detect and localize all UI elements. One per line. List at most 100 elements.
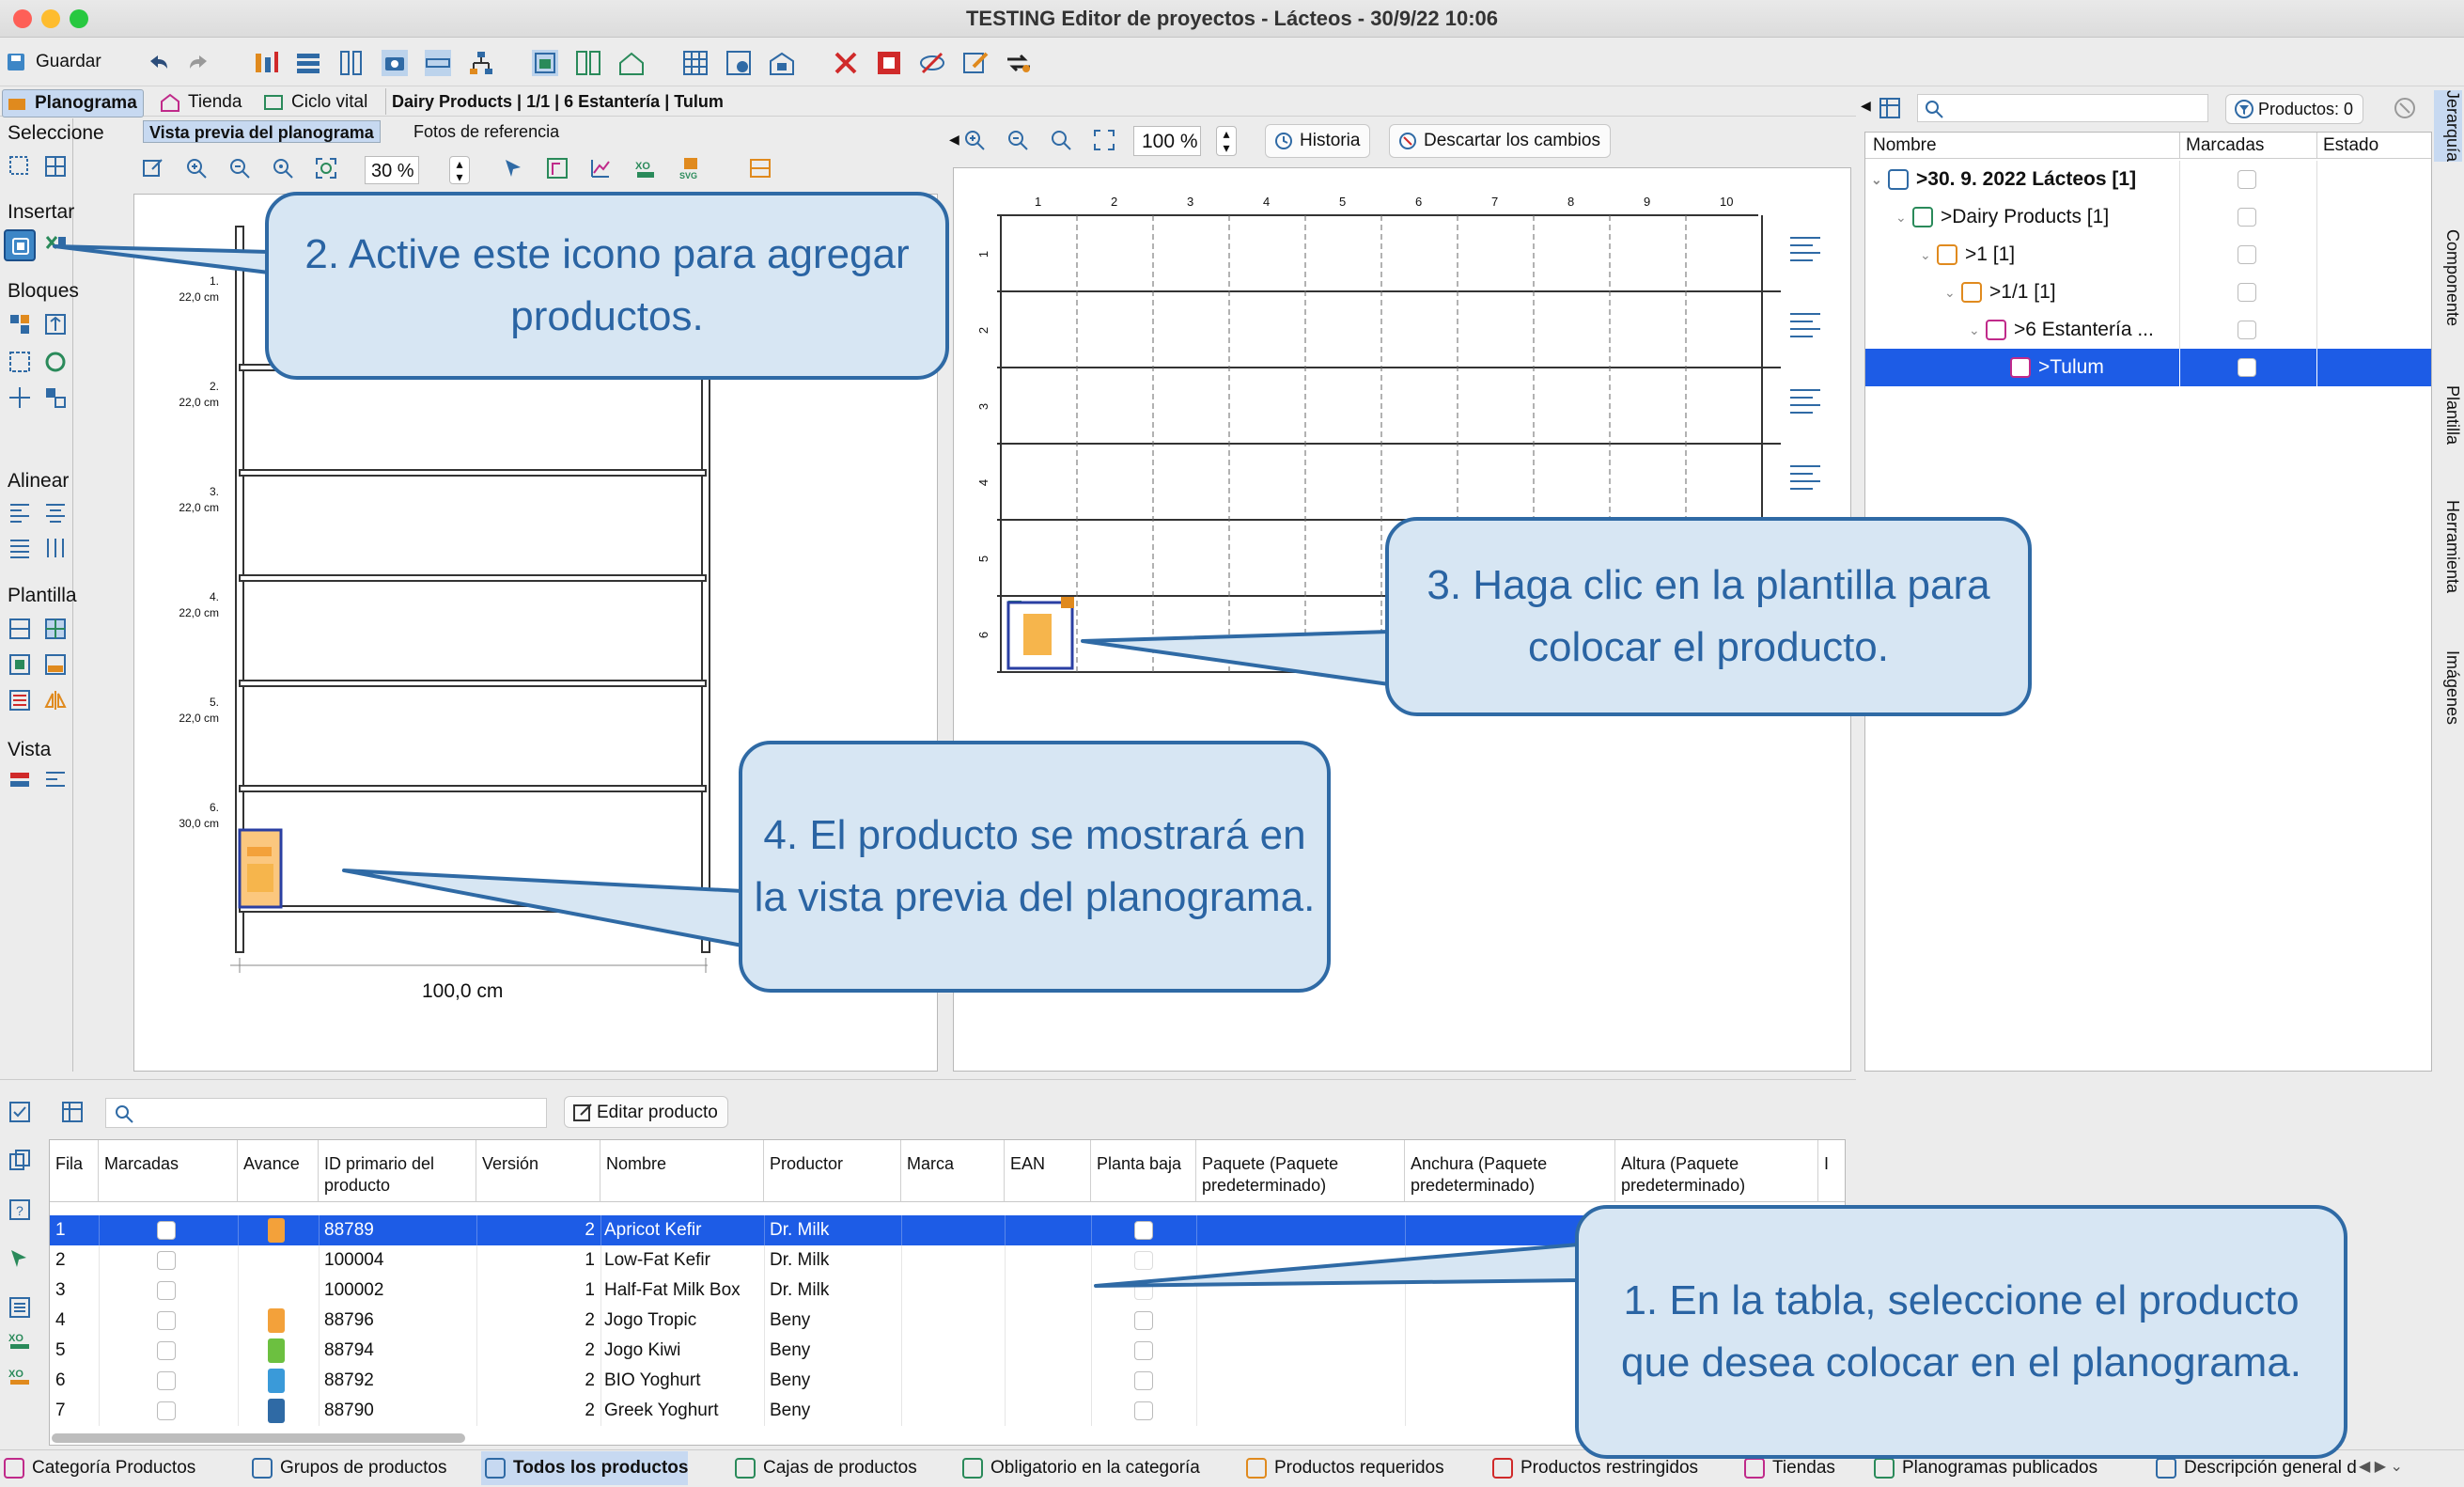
table-view-icon[interactable] — [1878, 96, 1902, 120]
table-scrollbar[interactable] — [52, 1433, 465, 1443]
table-settings-icon[interactable] — [60, 1100, 85, 1124]
column-header[interactable]: Avance — [238, 1140, 319, 1202]
tab-fotos-referencia[interactable]: Fotos de referencia — [408, 120, 565, 143]
zoom-reset-icon[interactable] — [1049, 128, 1073, 152]
row-mark-checkbox[interactable] — [157, 1251, 176, 1270]
column-header[interactable]: I — [1818, 1140, 1845, 1202]
block-4-icon[interactable] — [43, 350, 68, 374]
planta-baja-checkbox[interactable] — [1134, 1341, 1153, 1360]
export-xls-icon[interactable]: XO — [8, 1327, 32, 1352]
column-header[interactable]: Anchura (Paquete predeterminado) — [1405, 1140, 1615, 1202]
col-nombre[interactable]: Nombre — [1873, 133, 1937, 159]
tab-planograma[interactable]: Planograma — [2, 89, 144, 117]
tab-scroll-arrows[interactable]: ◀ ▶ ⌄ — [2359, 1457, 2403, 1476]
tree-node[interactable]: >Tulum — [1865, 349, 2431, 386]
grid-settings-icon[interactable] — [724, 48, 754, 78]
align-vertical-icon[interactable] — [43, 536, 68, 560]
view-2-icon[interactable] — [43, 767, 68, 791]
zoom-stepper[interactable]: ▴ ▾ — [449, 156, 470, 184]
block-1-icon[interactable] — [8, 312, 32, 337]
pointer-icon[interactable] — [502, 156, 526, 180]
bottom-tab-4[interactable]: Cajas de productos — [731, 1451, 917, 1485]
rows-icon[interactable] — [293, 48, 323, 78]
select-rect-icon[interactable] — [8, 154, 32, 179]
row-mark-checkbox[interactable] — [157, 1371, 176, 1390]
view-1-icon[interactable] — [8, 767, 32, 791]
column-header[interactable]: EAN — [1005, 1140, 1091, 1202]
tab-tienda[interactable]: Tienda — [156, 89, 242, 116]
template-3-icon[interactable] — [8, 652, 32, 677]
chevron-down-icon[interactable]: ⌄ — [1895, 198, 1907, 236]
align-left-icon[interactable] — [8, 500, 32, 524]
list-icon[interactable] — [8, 1295, 32, 1320]
planta-baja-checkbox[interactable] — [1134, 1311, 1153, 1330]
fit-screen-icon[interactable] — [314, 156, 338, 180]
block-5-icon[interactable] — [43, 385, 68, 410]
zoom-in-icon[interactable] — [184, 156, 209, 180]
shelves-icon[interactable] — [573, 48, 603, 78]
select-grid-icon[interactable] — [43, 154, 68, 179]
vtab-2[interactable]: Componente — [2434, 229, 2462, 326]
export-svg-icon[interactable]: SVG — [678, 156, 703, 180]
template-5-icon[interactable] — [8, 688, 32, 712]
mirror-icon[interactable] — [43, 688, 68, 712]
bottom-tab-1[interactable]: Categoría Productos — [0, 1451, 195, 1485]
ruler-icon[interactable] — [423, 48, 453, 78]
vtab-3[interactable]: Plantilla — [2434, 385, 2462, 445]
layout-icon[interactable] — [530, 48, 560, 78]
fit-screen-icon[interactable] — [1092, 128, 1116, 152]
historia-button[interactable]: Historia — [1265, 124, 1371, 158]
check-list-icon[interactable] — [8, 1100, 32, 1124]
collapse-right-arrow[interactable]: ◀ — [1861, 98, 1871, 114]
edit-product-button[interactable]: Editar producto — [564, 1096, 728, 1128]
columns-icon[interactable] — [336, 48, 366, 78]
tree-node-checkbox[interactable] — [2238, 321, 2256, 339]
insert-x-icon[interactable] — [43, 231, 68, 256]
shelf-board[interactable] — [239, 574, 707, 582]
vtab-5[interactable]: Imágenes — [2434, 650, 2462, 725]
template-1-icon[interactable] — [8, 617, 32, 641]
sort-icon[interactable] — [252, 48, 282, 78]
editor-zoom-stepper[interactable]: ▴ ▾ — [1216, 126, 1237, 156]
zoom-out-icon[interactable] — [1006, 128, 1030, 152]
planta-baja-checkbox[interactable] — [1134, 1221, 1153, 1240]
row-mark-checkbox[interactable] — [157, 1401, 176, 1420]
bottom-tab-6[interactable]: Productos requeridos — [1242, 1451, 1444, 1485]
shelf-board[interactable] — [239, 905, 707, 913]
export-xls-icon[interactable]: XO — [633, 156, 658, 180]
column-header[interactable]: ID primario del producto — [319, 1140, 476, 1202]
column-header[interactable]: Marca — [901, 1140, 1005, 1202]
column-header[interactable]: Planta baja — [1091, 1140, 1196, 1202]
shelf-board[interactable] — [239, 469, 707, 477]
planta-baja-checkbox[interactable] — [1134, 1371, 1153, 1390]
block-2-icon[interactable] — [43, 312, 68, 337]
col-estado[interactable]: Estado — [2316, 133, 2378, 159]
insert-product-button[interactable] — [4, 229, 36, 261]
row-mark-checkbox[interactable] — [157, 1221, 176, 1240]
template-2-icon[interactable] — [43, 617, 68, 641]
tree-node-checkbox[interactable] — [2238, 283, 2256, 302]
store-icon[interactable] — [616, 48, 647, 78]
template-4-icon[interactable] — [43, 652, 68, 677]
tab-ciclo-vital[interactable]: Ciclo vital — [259, 89, 367, 116]
tree-node[interactable]: ⌄ >Dairy Products [1] — [1865, 198, 2431, 236]
shelf-board[interactable] — [239, 680, 707, 687]
zoom-in-icon[interactable] — [962, 128, 987, 152]
tree-node[interactable]: ⌄ >1/1 [1] — [1865, 274, 2431, 311]
box-house-icon[interactable] — [767, 48, 797, 78]
chevron-down-icon[interactable]: ⌄ — [1871, 161, 1882, 198]
collapse-arrow[interactable]: ◀ — [949, 132, 959, 148]
redo-icon[interactable] — [184, 48, 214, 78]
tree-node-checkbox[interactable] — [2238, 170, 2256, 189]
row-mark-checkbox[interactable] — [157, 1281, 176, 1300]
vtab-4[interactable]: Herramienta — [2434, 500, 2462, 593]
shelf-board[interactable] — [239, 785, 707, 792]
grid-icon[interactable] — [680, 48, 710, 78]
minimize-window-button[interactable] — [41, 9, 60, 28]
shelf-orange-icon[interactable] — [748, 156, 772, 180]
zoom-window-button[interactable] — [70, 9, 88, 28]
column-header[interactable]: Paquete (Paquete predeterminado) — [1196, 1140, 1405, 1202]
hierarchy-search-input[interactable] — [1917, 94, 2208, 122]
move-icon[interactable] — [8, 385, 32, 410]
row-mark-checkbox[interactable] — [157, 1341, 176, 1360]
